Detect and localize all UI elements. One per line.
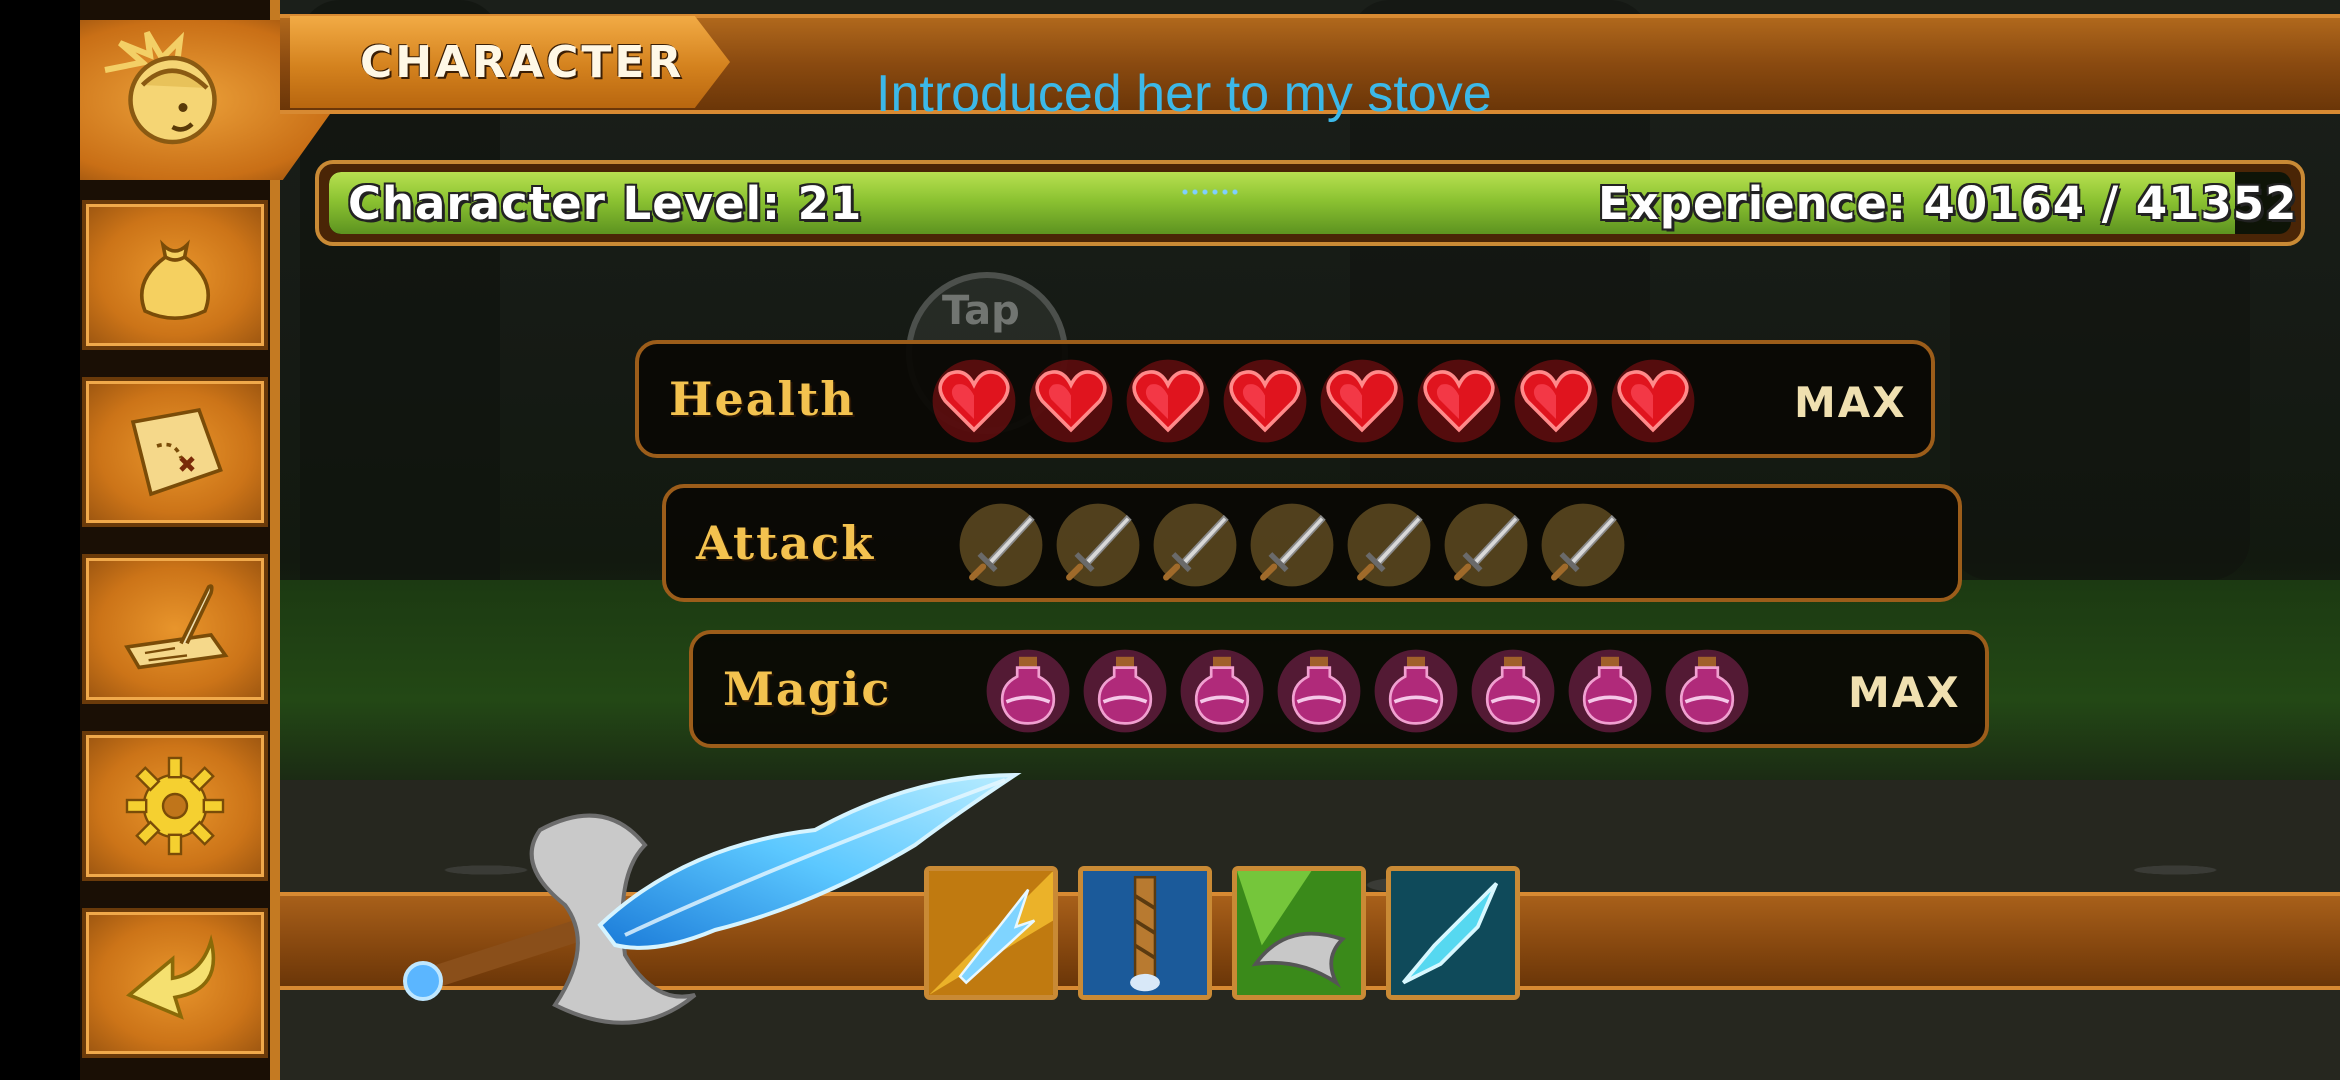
stat-label-attack: Attack [696, 516, 876, 570]
blue-hilt-sword-icon [1083, 871, 1207, 995]
heart-icon [1026, 356, 1116, 446]
stat-label-magic: Magic [723, 662, 892, 716]
potion-icon [1177, 646, 1267, 736]
back-arrow-icon [125, 934, 216, 1020]
sword-icon [1344, 500, 1434, 590]
title-tab: CHARACTER [290, 16, 730, 108]
sword-icon [1150, 500, 1240, 590]
stat-row-attack[interactable]: Attack [662, 484, 1962, 602]
quill-scroll-icon [124, 584, 229, 670]
heart-icon [1608, 356, 1698, 446]
stat-max-magic: MAX [1848, 668, 1961, 717]
heart-icon [1511, 356, 1601, 446]
gear-icon [125, 756, 225, 856]
page-title: CHARACTER [360, 36, 685, 88]
potion-icon [1565, 646, 1655, 736]
weapon-slot-4[interactable] [1386, 866, 1520, 1000]
potion-icon [1662, 646, 1752, 736]
weapon-slot-3[interactable] [1232, 866, 1366, 1000]
sword-icon [1053, 500, 1143, 590]
heart-icon [1123, 356, 1213, 446]
weapon-slot-2[interactable] [1078, 866, 1212, 1000]
stat-row-magic[interactable]: Magic MAX [689, 630, 1989, 748]
sword-icon [1441, 500, 1531, 590]
heart-icon [929, 356, 1019, 446]
treasure-map-icon [130, 407, 223, 497]
screen-edge [0, 0, 80, 1080]
green-axe-icon [1237, 871, 1361, 995]
potion-icon [1274, 646, 1364, 736]
stat-row-health[interactable]: Health MAX [635, 340, 1935, 458]
sword-icon [1538, 500, 1628, 590]
potion-icon [1080, 646, 1170, 736]
money-bag-icon [140, 239, 210, 320]
ice-crystal-sword-icon [1391, 871, 1515, 995]
tap-hint-label: Tap [942, 288, 1020, 334]
heart-icon [1414, 356, 1504, 446]
sidebar-item-map[interactable] [82, 377, 268, 527]
sidebar-item-settings[interactable] [82, 731, 268, 881]
sidebar-item-back[interactable] [82, 908, 268, 1058]
sword-icon [956, 500, 1046, 590]
experience-label: Experience: 40164 / 41352 [1598, 177, 2298, 230]
sidebar-item-quests[interactable] [82, 554, 268, 704]
potion-icon [1371, 646, 1461, 736]
sword-icon [1247, 500, 1337, 590]
sidebar-item-inventory[interactable] [82, 200, 268, 350]
notification-text: Introduced her to my stove [876, 65, 1492, 123]
potion-icon [983, 646, 1073, 736]
heart-icon [1317, 356, 1407, 446]
character-portrait-icon [104, 30, 217, 145]
stat-max-health: MAX [1794, 378, 1907, 427]
heart-icon [1220, 356, 1310, 446]
character-level-label: Character Level: 21 [348, 177, 863, 230]
page-indicator-dots [1180, 188, 1240, 196]
gold-lightning-blade-icon [929, 871, 1053, 995]
stat-label-health: Health [669, 372, 856, 426]
weapon-slot-1[interactable] [924, 866, 1058, 1000]
potion-icon [1468, 646, 1558, 736]
